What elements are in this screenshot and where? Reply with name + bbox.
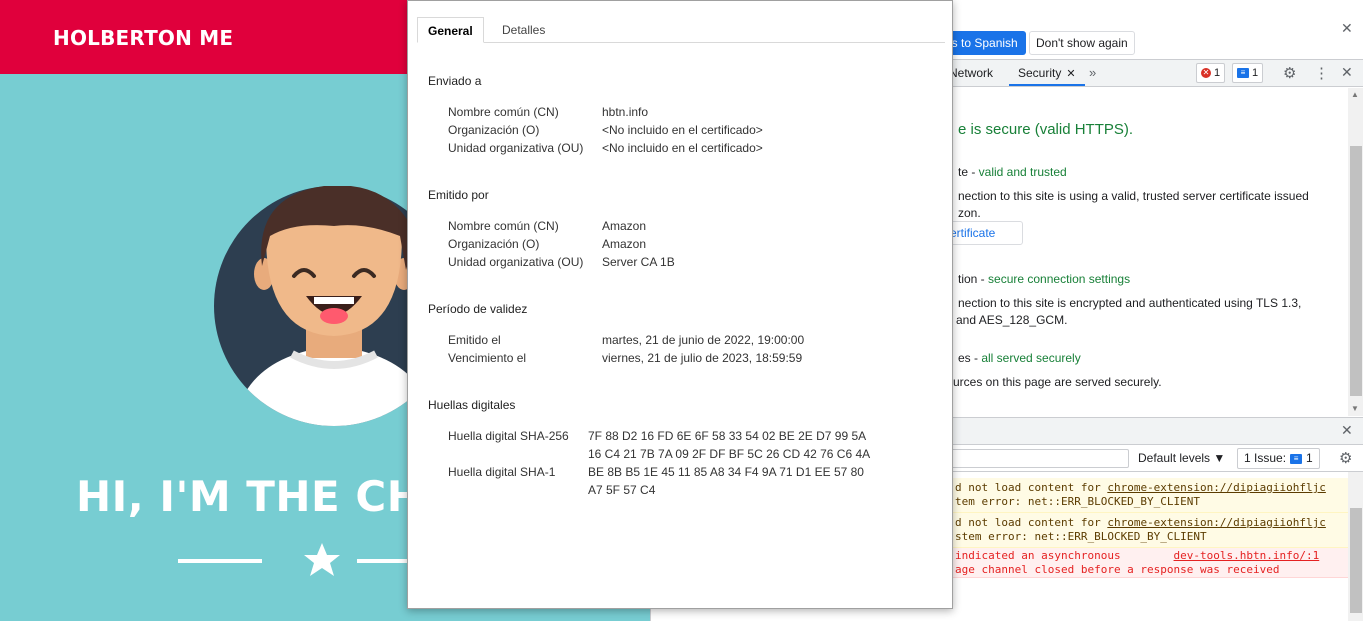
scroll-up-icon[interactable]: ▲	[1351, 90, 1359, 99]
field-value: <No incluido en el certificado>	[602, 123, 763, 137]
settings-gear-icon[interactable]: ⚙	[1283, 64, 1296, 82]
message-detail: stem error: net::ERR_BLOCKED_BY_CLIENT	[955, 530, 1207, 543]
resources-heading-prefix: es -	[958, 351, 982, 365]
console-message-line: d not load content for chrome-extension:…	[955, 516, 1348, 530]
log-levels-dropdown[interactable]: Default levels ▼	[1138, 451, 1225, 465]
tab-network-label: Network	[949, 66, 994, 80]
console-message-line: indicated an asynchronous dev-tools.hbtn…	[955, 549, 1348, 563]
security-scrollbar[interactable]: ▲ ▼	[1348, 88, 1363, 416]
close-devtools-icon[interactable]: ✕	[1341, 64, 1353, 81]
field-label: Nombre común (CN)	[448, 105, 559, 119]
security-title: e is secure (valid HTTPS).	[958, 121, 1134, 138]
sha1-label: Huella digital SHA-1	[448, 465, 556, 479]
certificate-text-1: nection to this site is using a valid, t…	[958, 189, 1309, 203]
resources-heading: es - all served securely	[958, 351, 1081, 365]
site-brand[interactable]: HOLBERTON ME	[53, 26, 233, 50]
error-count-badge[interactable]: ✕ 1	[1196, 63, 1226, 83]
field-value: martes, 21 de junio de 2022, 19:00:00	[602, 333, 805, 347]
certificate-viewer-dialog: General Detalles Enviado a Nombre común …	[407, 0, 953, 609]
issued-by-heading: Emitido por	[428, 188, 489, 202]
close-tab-icon[interactable]: ✕	[1066, 68, 1075, 80]
fingerprints-heading: Huellas digitales	[428, 398, 516, 412]
field-label: Unidad organizativa (OU)	[448, 141, 584, 155]
sha256-value-line1: 7F 88 D2 16 FD 6E 6F 58 33 54 02 BE 2E D…	[588, 429, 867, 443]
message-detail: age channel closed before a response was…	[955, 563, 1280, 576]
resources-text: urces on this page are served securely.	[953, 375, 1162, 389]
certificate-heading-prefix: te -	[958, 165, 979, 179]
sha256-value-line2: 16 C4 21 7B 7A 09 2F DF BF 5C 26 CD 42 7…	[588, 447, 871, 461]
tab-details[interactable]: Detalles	[492, 17, 555, 43]
hero-title: HI, I'M THE CH	[76, 472, 423, 521]
field-value: Amazon	[602, 219, 647, 233]
issues-label: 1 Issue:	[1244, 451, 1287, 465]
sha256-label: Huella digital SHA-256	[448, 429, 569, 443]
more-options-icon[interactable]: ⋮	[1314, 64, 1329, 82]
message-icon: ≡	[1237, 68, 1249, 78]
star-icon	[304, 543, 340, 576]
certificate-text-2: zon.	[958, 206, 981, 220]
more-tabs-icon[interactable]: »	[1089, 65, 1096, 80]
connection-text-1: nection to this site is encrypted and au…	[958, 296, 1302, 310]
message-count-badge[interactable]: ≡ 1	[1232, 63, 1264, 83]
field-value: <No incluido en el certificado>	[602, 141, 763, 155]
certificate-status: valid and trusted	[978, 165, 1067, 179]
field-label: Organización (O)	[448, 237, 540, 251]
dont-show-again-button[interactable]: Don't show again	[1029, 31, 1135, 55]
resources-status: all served securely	[981, 351, 1081, 365]
switch-language-button[interactable]: ls to Spanish	[941, 31, 1026, 55]
tab-general[interactable]: General	[417, 17, 484, 43]
connection-status: secure connection settings	[988, 272, 1131, 286]
tab-security[interactable]: Security ✕	[1009, 60, 1085, 86]
tab-security-label: Security	[1018, 66, 1062, 80]
connection-text-2: and AES_128_GCM.	[956, 313, 1068, 327]
field-value: Server CA 1B	[602, 255, 675, 269]
close-icon[interactable]: ✕	[1341, 20, 1353, 37]
connection-heading-prefix: tion -	[958, 272, 989, 286]
scroll-down-icon[interactable]: ▼	[1351, 404, 1359, 413]
issue-icon: ≡	[1290, 453, 1303, 464]
message-text: d not load content for	[955, 481, 1108, 494]
console-scrollbar[interactable]	[1348, 472, 1363, 621]
console-settings-icon[interactable]: ⚙	[1339, 449, 1352, 467]
validity-heading: Período de validez	[428, 302, 528, 316]
message-link[interactable]: chrome-extension://dipiagiiohfljc	[1107, 481, 1326, 494]
message-link[interactable]: chrome-extension://dipiagiiohfljc	[1107, 516, 1326, 529]
issues-button[interactable]: 1 Issue: ≡ 1	[1237, 448, 1320, 469]
error-icon: ✕	[1201, 68, 1211, 78]
sha1-value-line2: A7 5F 57 C4	[588, 483, 656, 497]
field-label: Unidad organizativa (OU)	[448, 255, 584, 269]
sha1-value-line1: BE 8B B5 1E 45 11 85 A8 34 F4 9A 71 D1 E…	[588, 465, 864, 479]
field-label: Vencimiento el	[448, 351, 527, 365]
console-filter-input[interactable]	[951, 449, 1129, 468]
error-count: 1	[1214, 67, 1221, 79]
scrollbar-thumb[interactable]	[1350, 146, 1362, 396]
message-source-link[interactable]: dev-tools.hbtn.info/:1	[1174, 549, 1320, 562]
certificate-tabs: General Detalles	[417, 17, 945, 43]
issues-count: 1	[1306, 451, 1313, 465]
field-value: viernes, 21 de julio de 2023, 18:59:59	[602, 351, 803, 365]
message-count: 1	[1252, 67, 1259, 79]
message-text: indicated an asynchronous	[955, 549, 1174, 562]
connection-heading: tion - secure connection settings	[958, 272, 1130, 286]
field-label: Emitido el	[448, 333, 501, 347]
field-label: Nombre común (CN)	[448, 219, 559, 233]
console-message-line: d not load content for chrome-extension:…	[955, 481, 1348, 495]
message-text: d not load content for	[955, 516, 1108, 529]
certificate-heading: te - valid and trusted	[958, 165, 1067, 179]
issued-to-heading: Enviado a	[428, 74, 482, 88]
close-drawer-icon[interactable]: ✕	[1341, 422, 1353, 439]
message-detail: tem error: net::ERR_BLOCKED_BY_CLIENT	[955, 495, 1201, 508]
field-value: Amazon	[602, 237, 647, 251]
field-label: Organización (O)	[448, 123, 540, 137]
scrollbar-thumb[interactable]	[1350, 508, 1362, 613]
tab-network[interactable]: Network	[949, 60, 993, 86]
field-value: hbtn.info	[602, 105, 649, 119]
